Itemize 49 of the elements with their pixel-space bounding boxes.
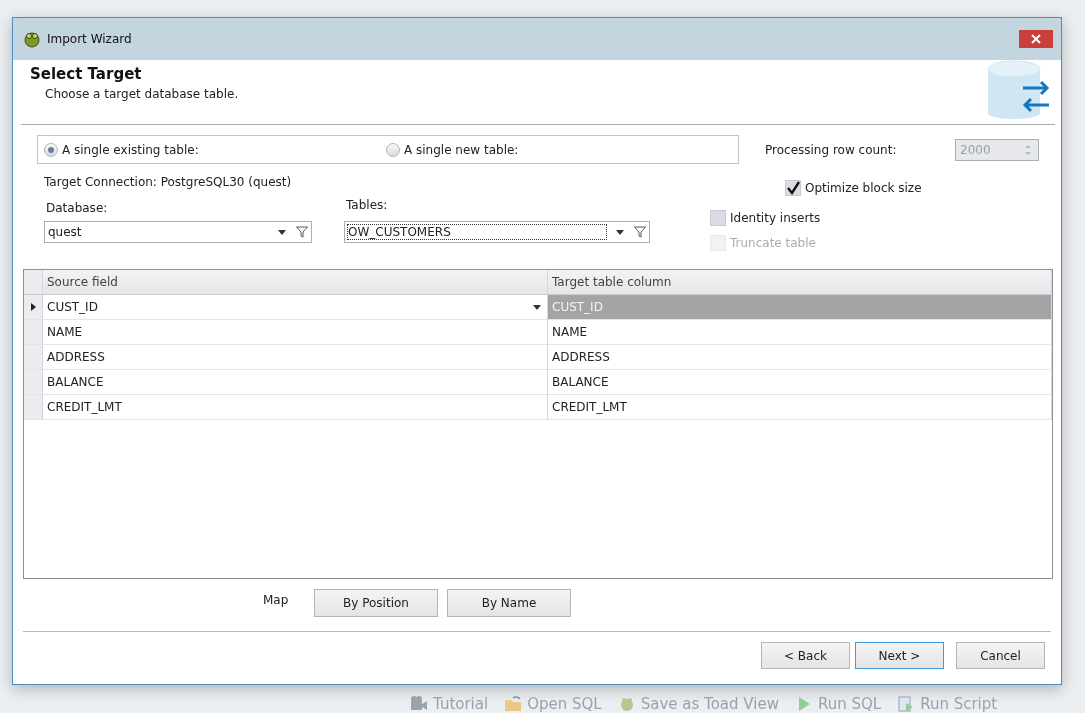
folder-icon (504, 695, 523, 713)
field-label: Database: (46, 201, 109, 217)
dropdown-arrow-icon (616, 229, 624, 235)
page-title: Select Target (30, 65, 143, 83)
dropdown[interactable]: OW_CUSTOMERS (344, 221, 650, 243)
checkbox[interactable] (785, 179, 801, 196)
close-button[interactable] (1019, 30, 1053, 48)
checkbox-label[interactable]: Optimize block size (805, 180, 922, 195)
table-cell[interactable]: NAME (43, 320, 548, 345)
field-label: Tables: (346, 198, 389, 214)
window-title: Import Wizard (47, 32, 133, 46)
dropdown[interactable]: quest (44, 221, 312, 243)
current-row-icon (30, 303, 36, 311)
database-icon (987, 60, 1051, 122)
table-cell[interactable]: NAME (548, 320, 1052, 345)
check-icon (786, 180, 800, 195)
radio-label[interactable]: A single existing table: (62, 142, 199, 157)
spin-arrows-icon (1024, 142, 1032, 157)
checkbox[interactable] (710, 209, 726, 226)
dropdown-arrow-icon (278, 229, 286, 235)
table-cell[interactable]: CUST_ID (43, 295, 548, 320)
table-cell[interactable]: BALANCE (548, 370, 1052, 395)
wizard-button[interactable]: Next > (855, 642, 944, 669)
filter-icon (296, 226, 308, 238)
row-header-cell (24, 270, 43, 295)
table-cell[interactable]: ADDRESS (548, 345, 1052, 370)
table-cell[interactable]: CREDIT_LMT (548, 395, 1052, 420)
dropdown-arrow-icon (533, 304, 541, 310)
table-cell[interactable]: ADDRESS (43, 345, 548, 370)
column-header[interactable]: Source field (43, 270, 548, 295)
map-button[interactable]: By Name (447, 589, 571, 617)
radio-label[interactable]: A single new table: (404, 142, 519, 157)
page-subtitle: Choose a target database table. (45, 87, 239, 101)
app-icon (23, 30, 41, 48)
radio-button[interactable] (386, 142, 400, 157)
row-indicator[interactable] (24, 295, 43, 320)
map-button[interactable]: By Position (314, 589, 438, 617)
checkbox-label[interactable]: Identity inserts (730, 210, 821, 225)
wizard-button[interactable]: < Back (761, 642, 850, 669)
table-cell[interactable]: BALANCE (43, 370, 548, 395)
wizard-button[interactable]: Cancel (956, 642, 1045, 669)
field-label: Processing row count: (765, 142, 898, 157)
filter-icon (634, 226, 646, 238)
radio-button[interactable] (44, 142, 58, 157)
map-label: Map (263, 593, 290, 609)
connection-label: Target Connection: PostgreSQL30 (quest) (44, 175, 293, 191)
close-icon (1031, 34, 1041, 44)
table-cell[interactable]: CREDIT_LMT (43, 395, 548, 420)
camera-icon (410, 695, 428, 713)
